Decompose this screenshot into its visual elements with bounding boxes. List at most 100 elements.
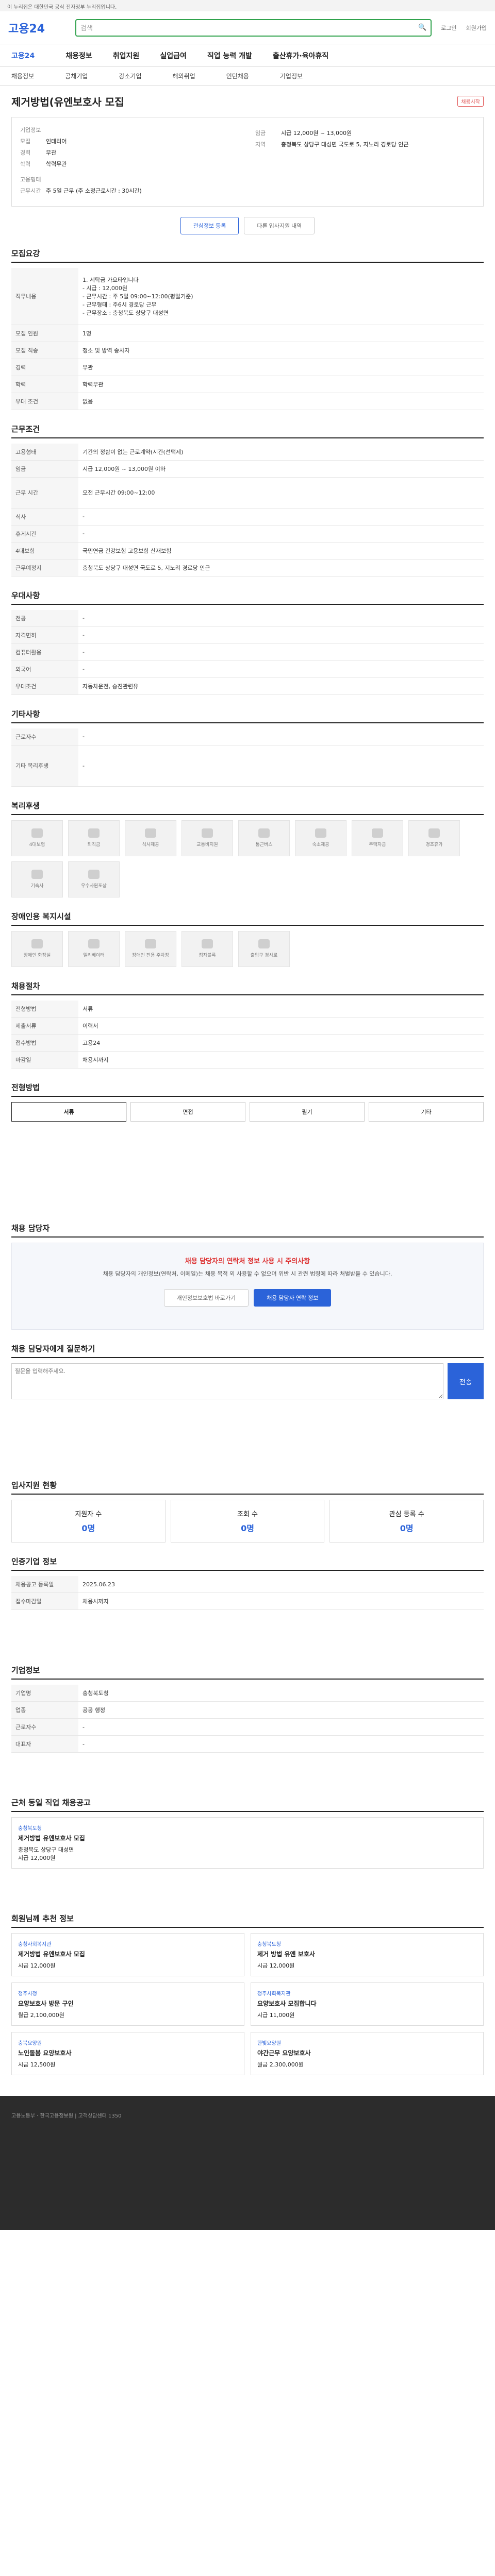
card-company: 청주시청 xyxy=(18,1991,37,1997)
subnav-item[interactable]: 인턴채용 xyxy=(226,72,249,80)
th: 외국어 xyxy=(11,660,78,678)
td: 기간의 정함이 없는 근로계약(시간(선택제) xyxy=(78,443,484,461)
welfare-item: 식사제공 xyxy=(125,820,176,856)
card-title[interactable]: 제거 방법 유엔 보호사 xyxy=(257,1950,477,1958)
card-title[interactable]: 요양보호사 모집합니다 xyxy=(257,1999,477,2008)
facility-icon xyxy=(145,939,156,948)
card-company: 청주사회복지관 xyxy=(257,1991,291,1997)
page-title: 제거방법(유엔보호사 모집 xyxy=(11,96,124,108)
alert-desc: 채용 담당자의 개인정보(연락처, 이메일)는 채용 목적 외 사용할 수 없으… xyxy=(103,1270,392,1277)
tab-written[interactable]: 필기 xyxy=(250,1101,365,1122)
welfare-label: 4대보험 xyxy=(29,842,45,848)
label: 임금 xyxy=(255,130,266,137)
nav-item[interactable]: 채용정보 xyxy=(65,50,92,61)
th: 학력 xyxy=(11,376,78,393)
history-button[interactable]: 다른 입사지원 내역 xyxy=(244,217,315,234)
recommend-card[interactable]: 충청북도청 제거 방법 유엔 보호사 시급 12,000원 xyxy=(251,1933,484,1977)
company-table: 기업명 충청북도청 업종 공공 행정 근로자수 - 대표자 - xyxy=(11,1685,484,1753)
signup-link[interactable]: 회원가입 xyxy=(466,24,487,32)
logo[interactable]: 고용24 xyxy=(8,20,75,36)
section-title: 인증기업 정보 xyxy=(11,1556,484,1571)
welfare-label: 우수사원포상 xyxy=(81,884,107,889)
send-button[interactable]: 전송 xyxy=(448,1363,484,1400)
search-icon[interactable]: 🔍 xyxy=(418,24,426,31)
recommend-card[interactable]: 충청사회복지관 제거방법 유엔보호사 모집 시급 12,000원 xyxy=(11,1933,244,1977)
card-title[interactable]: 요양보호사 방문 구인 xyxy=(18,1999,238,2008)
facility-label: 출입구 경사로 xyxy=(250,953,278,958)
card-location: 충청북도 상당구 대성면 xyxy=(18,1846,74,1854)
tab-interview[interactable]: 면접 xyxy=(130,1101,245,1122)
recommend-card[interactable]: 청주사회복지관 요양보호사 모집합니다 시급 11,000원 xyxy=(251,1982,484,2026)
card-title[interactable]: 야간근무 요양보호사 xyxy=(257,2048,477,2057)
th: 컴퓨터활용 xyxy=(11,643,78,661)
subnav-item[interactable]: 채용정보 xyxy=(11,72,34,80)
welfare-item: 주택자금 xyxy=(352,820,403,856)
welfare-item: 숙소제공 xyxy=(295,820,346,856)
nav-item[interactable]: 실업급여 xyxy=(160,50,187,61)
stat-card: 조회 수 0명 xyxy=(170,1500,325,1543)
card-company: 충북요양원 xyxy=(18,2041,42,2047)
recommend-card[interactable]: 한빛요양원 야간근무 요양보호사 월급 2,300,000원 xyxy=(251,2032,484,2076)
th: 우대 조건 xyxy=(11,393,78,410)
th: 기업명 xyxy=(11,1685,78,1702)
question-input[interactable] xyxy=(11,1363,443,1400)
section-title: 기타사항 xyxy=(11,708,484,723)
nearby-card[interactable]: 충청북도청 제거방법 유엔보호사 모집 충청북도 상당구 대성면 시급 12,0… xyxy=(11,1817,484,1869)
welfare-label: 식사제공 xyxy=(142,842,159,848)
welfare-label: 퇴직금 xyxy=(87,842,101,848)
welfare-icon xyxy=(88,828,100,838)
recommend-card[interactable]: 청주시청 요양보호사 방문 구인 월급 2,100,000원 xyxy=(11,1982,244,2026)
facility-label: 엘리베이터 xyxy=(83,953,105,958)
td: 없음 xyxy=(78,393,484,410)
th: 업종 xyxy=(11,1701,78,1719)
card-title[interactable]: 노인돌봄 요양보호사 xyxy=(18,2048,238,2057)
welfare-icon xyxy=(315,828,326,838)
welfare-label: 교통비지원 xyxy=(196,842,218,848)
company-label: 기업정보 xyxy=(20,127,41,133)
facility-label: 점자블록 xyxy=(199,953,216,958)
login-link[interactable]: 로그인 xyxy=(441,24,456,32)
welfare-item: 우수사원포상 xyxy=(68,861,120,897)
tab-document[interactable]: 서류 xyxy=(11,1101,126,1122)
th: 근로자수 xyxy=(11,728,78,745)
th: 직무내용 xyxy=(11,268,78,325)
th: 접수방법 xyxy=(11,1034,78,1052)
nav-home[interactable]: 고용24 xyxy=(11,50,35,61)
manager-contact-button[interactable]: 채용 담당자 연락 정보 xyxy=(254,1289,332,1307)
stat-label: 관심 등록 수 xyxy=(389,1511,424,1519)
section-title: 전형방법 xyxy=(11,1082,484,1097)
sub-nav: 채용정보 공채기업 강소기업 해외취업 인턴채용 기업정보 xyxy=(0,67,495,86)
recruit-table: 직무내용 1. 세탁금 가요타입니다 - 시급 : 12,000원 - 근무시간 … xyxy=(11,268,484,410)
welfare-item: 통근버스 xyxy=(238,820,290,856)
nav-item[interactable]: 직업 능력 개발 xyxy=(207,50,252,61)
td: - xyxy=(78,609,484,627)
apply-tabs: 서류 면접 필기 기타 xyxy=(11,1101,484,1122)
value: 주 5일 근무 (주 소정근로시간 : 30시간) xyxy=(46,188,142,194)
tab-other[interactable]: 기타 xyxy=(369,1101,484,1122)
th: 대표자 xyxy=(11,1735,78,1753)
card-title[interactable]: 제거방법 유엔보호사 모집 xyxy=(18,1834,477,1842)
other-table: 근로자수 - 기타 복리후생 - xyxy=(11,728,484,787)
nav-item[interactable]: 출산휴가·육아휴직 xyxy=(273,50,328,61)
recommend-card[interactable]: 충북요양원 노인돌봄 요양보호사 시급 12,500원 xyxy=(11,2032,244,2076)
main-nav: 고용24 채용정보 취업지원 실업급여 직업 능력 개발 출산휴가·육아휴직 xyxy=(0,44,495,67)
td: 채용시까지 xyxy=(78,1051,484,1069)
qual-table: 전공 - 자격면허 - 컴퓨터활용 - 외국어 - 우대조건 자동차운전, 승진관련유 xyxy=(11,609,484,695)
td: - xyxy=(78,643,484,661)
subnav-item[interactable]: 강소기업 xyxy=(119,72,141,80)
card-title[interactable]: 제거방법 유엔보호사 모집 xyxy=(18,1950,238,1958)
nav-item[interactable]: 취업지원 xyxy=(113,50,140,61)
td: - xyxy=(78,525,484,543)
subnav-item[interactable]: 기업정보 xyxy=(280,72,303,80)
td: 1. 세탁금 가요타입니다 - 시급 : 12,000원 - 근무시간 : 주 … xyxy=(78,268,484,325)
section-title: 채용 담당자에게 질문하기 xyxy=(11,1343,484,1359)
subnav-item[interactable]: 해외취업 xyxy=(173,72,195,80)
card-wage: 시급 12,000원 xyxy=(18,1855,56,1862)
section-title: 채용절차 xyxy=(11,980,484,995)
welfare-icon xyxy=(372,828,383,838)
subnav-item[interactable]: 공채기업 xyxy=(65,72,88,80)
privacy-law-button[interactable]: 개인정보보호법 바로가기 xyxy=(163,1289,249,1307)
facility-item: 장애인 전용 주차장 xyxy=(125,930,176,967)
bookmark-button[interactable]: 관심정보 등록 xyxy=(180,217,239,234)
search-input[interactable]: 검색 🔍 xyxy=(75,19,432,37)
